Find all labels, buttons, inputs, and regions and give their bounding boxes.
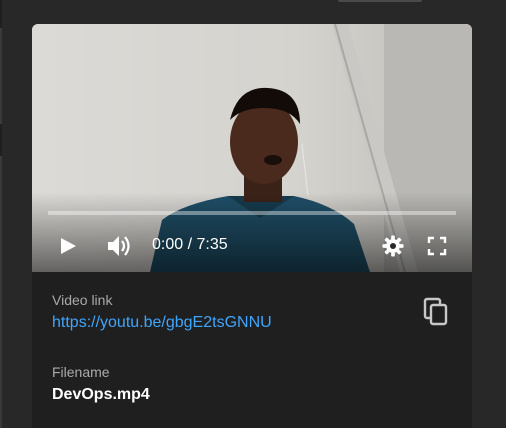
volume-icon — [108, 236, 130, 256]
filename-value: DevOps.mp4 — [52, 386, 150, 403]
total-time: 7:35 — [196, 236, 228, 253]
mute-button[interactable] — [104, 232, 136, 260]
copy-link-button[interactable] — [420, 296, 452, 328]
left-panel-border — [0, 28, 2, 124]
video-details-card: 0:00 / 7:35 Video link https://youtu.be/… — [32, 24, 472, 428]
time-display: 0:00 / 7:35 — [152, 234, 228, 256]
progress-bar[interactable] — [48, 211, 456, 215]
fullscreen-button[interactable] — [422, 232, 452, 260]
current-time: 0:00 — [152, 236, 184, 253]
video-player[interactable]: 0:00 / 7:35 — [32, 24, 472, 272]
fullscreen-icon — [427, 236, 447, 256]
play-button[interactable] — [52, 232, 84, 260]
time-separator: / — [187, 236, 193, 253]
top-tab-indicator — [338, 0, 422, 2]
right-scroll-area — [488, 0, 506, 428]
settings-button[interactable] — [378, 232, 408, 260]
settings-gear-icon — [382, 235, 404, 257]
filename-label: Filename — [52, 364, 110, 380]
left-panel-border — [0, 156, 2, 428]
copy-icon — [423, 297, 448, 326]
video-link[interactable]: https://youtu.be/gbgE2tsGNNU — [52, 314, 272, 332]
play-icon — [61, 238, 76, 254]
video-link-label: Video link — [52, 292, 113, 308]
